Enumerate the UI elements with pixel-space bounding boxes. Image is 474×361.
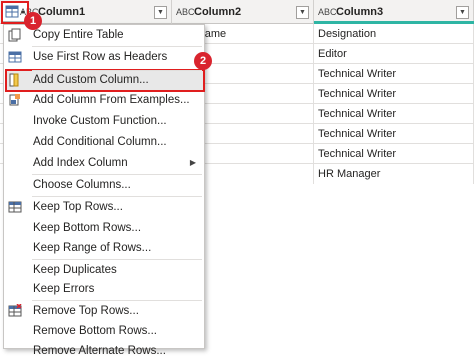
table-cell[interactable]: HR Manager — [314, 164, 474, 184]
menu-item-keep-errors[interactable]: Keep Errors — [4, 279, 204, 299]
menu-item-label: Keep Errors — [33, 283, 95, 295]
menu-item-choose-columns[interactable]: Choose Columns... — [4, 175, 204, 195]
examples-icon — [9, 94, 20, 106]
add-column-icon — [9, 73, 19, 87]
step-badge-1: 1 — [24, 12, 42, 30]
menu-item-label: Copy Entire Table — [33, 29, 124, 41]
chevron-right-icon: ▶ — [189, 158, 196, 167]
menu-item-remove-bottom-rows[interactable]: Remove Bottom Rows... — [4, 321, 204, 341]
menu-item-label: Keep Bottom Rows... — [33, 222, 142, 234]
table-cell[interactable]: Technical Writer — [314, 64, 474, 84]
menu-item-keep-top-rows[interactable]: Keep Top Rows... — [4, 197, 204, 217]
chevron-down-icon[interactable]: ▼ — [296, 5, 309, 19]
table-icon — [8, 51, 22, 63]
menu-item-label: Keep Range of Rows... — [33, 242, 152, 254]
text-type-icon[interactable]: ABC — [318, 7, 337, 17]
menu-item-label: Add Column From Examples... — [33, 94, 190, 106]
menu-item-add-index-column[interactable]: Add Index Column ▶ — [4, 153, 204, 173]
menu-item-label: Remove Alternate Rows... — [33, 345, 166, 357]
table-cell[interactable]: Designation — [314, 24, 474, 44]
table-cell[interactable]: Technical Writer — [314, 144, 474, 164]
text-type-icon[interactable]: ABC — [176, 7, 195, 17]
menu-item-label: Remove Bottom Rows... — [33, 325, 157, 337]
copy-icon — [8, 28, 21, 42]
column-name: Column1 — [38, 6, 86, 18]
table-cell[interactable]: Editor — [314, 44, 474, 64]
menu-item-label: Remove Top Rows... — [33, 305, 139, 317]
menu-item-label: Add Conditional Column... — [33, 136, 167, 148]
table-cell[interactable]: Technical Writer — [314, 84, 474, 104]
menu-item-label: Add Custom Column... — [33, 74, 149, 86]
chevron-down-icon[interactable]: ▼ — [154, 5, 167, 19]
chevron-down-icon[interactable]: ▼ — [456, 5, 469, 19]
menu-item-label: Invoke Custom Function... — [33, 115, 167, 127]
menu-item-invoke-custom-function[interactable]: Invoke Custom Function... — [4, 111, 204, 131]
column-name: Column2 — [194, 6, 242, 18]
table-context-menu: Copy Entire Table Use First Row as Heade… — [3, 24, 205, 357]
menu-item-label: Use First Row as Headers — [33, 51, 168, 63]
menu-item-label: Keep Top Rows... — [33, 201, 123, 213]
menu-item-remove-top-rows[interactable]: Remove Top Rows... — [4, 301, 204, 321]
column-header-2[interactable]: ABC Column2 ▼ — [172, 0, 314, 24]
menu-item-label: Keep Duplicates — [33, 264, 117, 276]
keep-rows-icon — [8, 201, 22, 213]
column-name: Column3 — [336, 6, 384, 18]
menu-item-add-custom-column[interactable]: Add Custom Column... — [4, 70, 204, 90]
step-badge-2: 2 — [194, 52, 212, 70]
table-cell[interactable]: Technical Writer — [314, 104, 474, 124]
column-header-row: ABC Column1 ▼ ABC Column2 ▼ ABC Column3 … — [0, 0, 474, 24]
menu-item-keep-duplicates[interactable]: Keep Duplicates — [4, 260, 204, 280]
table-cell[interactable]: Technical Writer — [314, 124, 474, 144]
menu-item-add-column-from-examples[interactable]: Add Column From Examples... — [4, 90, 204, 110]
menu-item-add-conditional-column[interactable]: Add Conditional Column... — [4, 132, 204, 152]
menu-item-keep-range-of-rows[interactable]: Keep Range of Rows... — [4, 238, 204, 258]
menu-item-use-first-row-as-headers[interactable]: Use First Row as Headers — [4, 47, 204, 67]
menu-item-label: Choose Columns... — [33, 179, 131, 191]
menu-item-remove-alternate-rows[interactable]: Remove Alternate Rows... — [4, 341, 204, 361]
remove-rows-icon — [8, 304, 22, 317]
menu-item-keep-bottom-rows[interactable]: Keep Bottom Rows... — [4, 218, 204, 238]
menu-item-label: Add Index Column — [33, 157, 128, 169]
